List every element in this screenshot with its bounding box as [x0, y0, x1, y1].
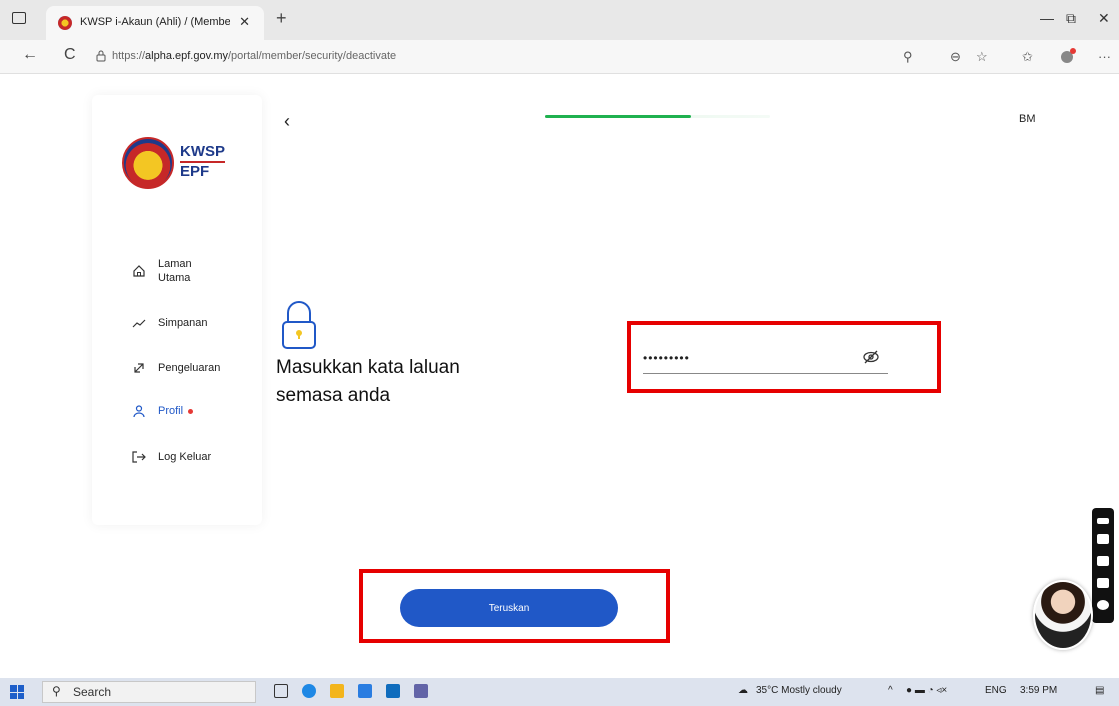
outlook-icon[interactable]: [386, 684, 400, 698]
home-icon: [130, 263, 148, 279]
tray-icons[interactable]: ● ▬ ◔ ◃×: [906, 685, 947, 696]
sidebar-item-pengeluaran[interactable]: Pengeluaran: [130, 360, 220, 376]
page: KWSP EPF Laman Utama Simpanan Pengeluara…: [0, 75, 1119, 678]
task-view-icon[interactable]: [274, 684, 288, 698]
refresh-button[interactable]: C: [64, 46, 76, 64]
webcam-avatar: [1033, 580, 1093, 650]
kwsp-favicon-icon: [58, 16, 72, 30]
taskbar-search[interactable]: Search: [42, 681, 256, 703]
sidebar-item-label: Log Keluar: [158, 451, 212, 463]
pen-icon[interactable]: [1097, 518, 1109, 524]
new-tab-button[interactable]: +: [276, 8, 287, 29]
close-window-button[interactable]: ✕: [1098, 10, 1110, 27]
recorder-toolbar[interactable]: [1092, 508, 1114, 623]
url-field[interactable]: https://alpha.epf.gov.my/portal/member/s…: [112, 50, 396, 62]
address-bar-row: ← C https://alpha.epf.gov.my/portal/memb…: [0, 40, 1119, 74]
kwsp-epf-logo[interactable]: KWSP EPF: [122, 135, 232, 191]
zoom-icon[interactable]: ⚲: [903, 49, 913, 65]
edge-icon[interactable]: [302, 684, 316, 698]
notification-icon[interactable]: ▤: [1095, 685, 1104, 696]
password-highlight-box: [627, 321, 941, 393]
progress-fill: [545, 115, 692, 118]
url-host: alpha.epf.gov.my: [145, 50, 228, 62]
sidebar-item-label: Simpanan: [158, 317, 208, 329]
settings-icon[interactable]: [1097, 600, 1109, 610]
url-path: /portal/member/security/deactivate: [228, 50, 397, 62]
sidebar-item-log-keluar[interactable]: Log Keluar: [130, 449, 211, 465]
sidebar-item-label: Laman Utama: [158, 258, 192, 284]
weather-icon[interactable]: ☁: [738, 685, 748, 696]
withdraw-icon: [130, 360, 148, 376]
language-toggle[interactable]: BM: [1019, 113, 1036, 125]
logout-icon: [130, 449, 148, 465]
teams-icon[interactable]: [414, 684, 428, 698]
file-explorer-icon[interactable]: [330, 684, 344, 698]
store-icon[interactable]: [358, 684, 372, 698]
page-heading: Masukkan kata laluan semasa anda: [276, 357, 460, 406]
url-prefix: https://: [112, 50, 146, 62]
favorite-icon[interactable]: ☆: [976, 49, 988, 65]
logo-epf-text: EPF: [180, 163, 210, 180]
padlock-icon: [282, 301, 316, 349]
browser-tab-strip: KWSP i-Akaun (Ahli) / (Member) · ✕ + — ⧉…: [0, 0, 1119, 40]
search-icon: ⚲: [52, 684, 61, 698]
windows-start-icon[interactable]: [10, 685, 24, 699]
tray-chevron-icon[interactable]: ^: [888, 685, 893, 696]
trend-icon: [130, 315, 148, 331]
clock[interactable]: 3:59 PM: [1020, 685, 1057, 696]
button-highlight-box: [359, 569, 670, 643]
logo-kwsp-text: KWSP: [180, 143, 225, 163]
back-button[interactable]: ←: [22, 46, 38, 64]
video-icon[interactable]: [1097, 556, 1109, 566]
favorites-list-icon[interactable]: ✩: [1022, 49, 1033, 65]
tab-close-icon[interactable]: ✕: [239, 14, 250, 30]
sidebar-item-profil[interactable]: Profil: [130, 403, 194, 419]
sidebar-item-label: Pengeluaran: [158, 362, 221, 374]
minimize-button[interactable]: —: [1040, 10, 1054, 26]
user-icon: [130, 403, 148, 419]
sidebar-item-simpanan[interactable]: Simpanan: [130, 315, 208, 331]
notification-dot: [188, 408, 194, 414]
sidebar-item-label: Profil: [158, 405, 184, 417]
profile-avatar-icon[interactable]: [1061, 48, 1076, 63]
tab-actions-icon[interactable]: [12, 12, 26, 24]
input-language[interactable]: ENG: [985, 685, 1007, 696]
lock-icon[interactable]: [96, 50, 106, 62]
more-menu-icon[interactable]: ···: [1098, 49, 1111, 64]
sidebar-item-laman-utama[interactable]: Laman Utama: [130, 257, 192, 285]
taskbar: Search ⚲ ☁ 35°C Mostly cloudy ^ ● ▬ ◔ ◃×…: [0, 678, 1119, 706]
camera-icon[interactable]: [1097, 534, 1109, 544]
kwsp-emblem-icon: [122, 137, 174, 189]
weather-status[interactable]: 35°C Mostly cloudy: [756, 685, 842, 696]
browser-tab[interactable]: KWSP i-Akaun (Ahli) / (Member) · ✕: [46, 6, 264, 40]
restore-button[interactable]: ⧉: [1066, 10, 1076, 27]
screen-icon[interactable]: [1097, 578, 1109, 588]
reader-icon[interactable]: ⊖: [950, 49, 961, 65]
tab-title: KWSP i-Akaun (Ahli) / (Member) ·: [80, 16, 230, 28]
progress-bar: [545, 115, 770, 118]
back-arrow-icon[interactable]: ‹: [284, 111, 290, 132]
